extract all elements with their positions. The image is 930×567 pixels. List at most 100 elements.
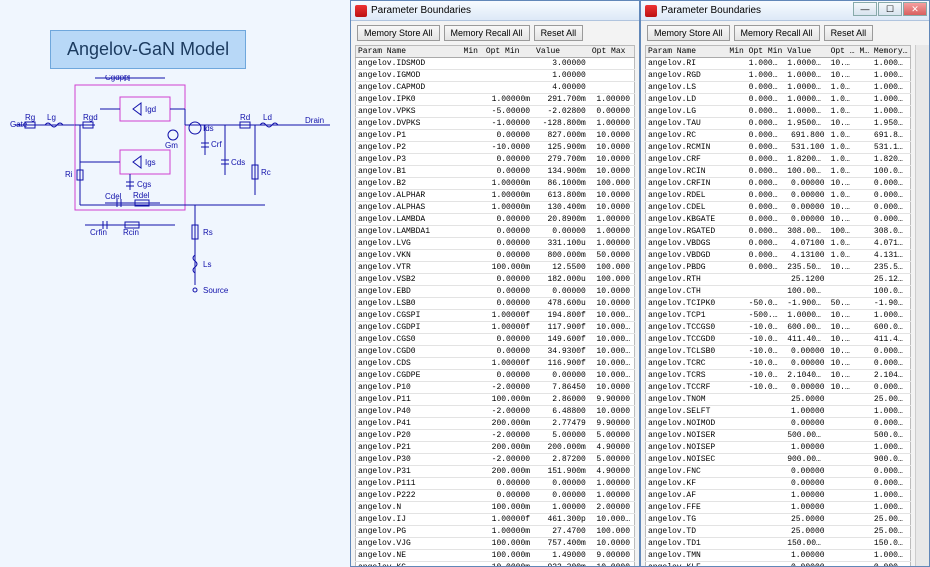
- table-row[interactable]: angelov.RI1.00000u1.00000m10.000…1.00000…: [646, 58, 911, 70]
- table-row[interactable]: angelov.NOISEC900.000m900.000m: [646, 454, 911, 466]
- table-row[interactable]: angelov.TD1150.000…150.000m: [646, 538, 911, 550]
- table-row[interactable]: angelov.IPK01.00000m291.700m1.00000: [356, 94, 635, 106]
- table-row[interactable]: angelov.KG10.0000m923.200m10.0000: [356, 562, 635, 567]
- table-row[interactable]: angelov.B10.00000134.900m10.0000: [356, 166, 635, 178]
- table-row[interactable]: angelov.TD25.000025.0000: [646, 526, 911, 538]
- table-row[interactable]: angelov.TCCGD0-10.0000m411.400u10.000…41…: [646, 334, 911, 346]
- table-row[interactable]: angelov.TCCRF-10.0000m0.0000010.000…0.00…: [646, 382, 911, 394]
- table-row[interactable]: angelov.RC0.00000691.8001.0000…691.800: [646, 130, 911, 142]
- table-row[interactable]: angelov.LS0.000001.00000p1.0000…1.00000p: [646, 82, 911, 94]
- table-row[interactable]: angelov.VPKS-5.00000-2.028000.00000: [356, 106, 635, 118]
- table-row[interactable]: angelov.PBDG0.00000235.500m10.0000235.50…: [646, 262, 911, 274]
- table-row[interactable]: angelov.P21200.000m200.000m4.90000: [356, 442, 635, 454]
- table-row[interactable]: angelov.VSB20.00000182.000u100.000: [356, 274, 635, 286]
- memory-store-button[interactable]: Memory Store All: [357, 25, 440, 41]
- table-row[interactable]: angelov.CRFIN0.000000.0000010.000…0.0000…: [646, 178, 911, 190]
- table-row[interactable]: angelov.KBGATE0.000000.0000010.00000.000…: [646, 214, 911, 226]
- table-row[interactable]: angelov.LD0.000001.00000p1.0000…1.00000p: [646, 94, 911, 106]
- maximize-button[interactable]: ☐: [878, 2, 902, 16]
- reset-button[interactable]: Reset All: [824, 25, 874, 41]
- table-row[interactable]: angelov.ALPHAS1.00000m130.400m10.0000: [356, 202, 635, 214]
- table-row[interactable]: angelov.RGD1.00000u1.00000m10.000…1.0000…: [646, 70, 911, 82]
- table-row[interactable]: angelov.RCMIN0.00000531.1001.0000…531.10…: [646, 142, 911, 154]
- table-row[interactable]: angelov.P30-2.000002.872005.00000: [356, 454, 635, 466]
- parameter-table-1[interactable]: Param Name Min Opt Min Value Opt Max ang…: [355, 45, 635, 566]
- table-row[interactable]: angelov.IDSMOD3.00000: [356, 58, 635, 70]
- table-row[interactable]: angelov.KF0.000000.00000: [646, 478, 911, 490]
- table-row[interactable]: angelov.RDEL0.000000.000001.0000…0.00000: [646, 190, 911, 202]
- table-row[interactable]: angelov.FNC0.000000.00000: [646, 466, 911, 478]
- parameter-table-2[interactable]: Param Name Min Opt Min Value Opt Max Max…: [645, 45, 911, 566]
- table-row[interactable]: angelov.B21.00000m86.1000m100.000: [356, 178, 635, 190]
- table-row[interactable]: angelov.TMN1.000001.00000: [646, 550, 911, 562]
- table-row[interactable]: angelov.CRF0.000001.82000p1.0000…1.82000…: [646, 154, 911, 166]
- table-row[interactable]: angelov.TCCGS0-10.0000m600.000u10.000…60…: [646, 322, 911, 334]
- table-row[interactable]: angelov.NOIMOD0.000000.00000: [646, 418, 911, 430]
- table-row[interactable]: angelov.VTR100.000m12.5500100.000: [356, 262, 635, 274]
- table-row[interactable]: angelov.CAPMOD4.00000: [356, 82, 635, 94]
- reset-button[interactable]: Reset All: [534, 25, 584, 41]
- table-row[interactable]: angelov.RTH25.120025.1200: [646, 274, 911, 286]
- table-row[interactable]: angelov.FFE1.000001.00000: [646, 502, 911, 514]
- table-row[interactable]: angelov.TCP1-500.000u1.00000m10.000…1.00…: [646, 310, 911, 322]
- table-row[interactable]: angelov.P10-2.000007.8645010.0000: [356, 382, 635, 394]
- table-row[interactable]: angelov.P41200.000m2.774799.90000: [356, 418, 635, 430]
- table-row[interactable]: angelov.RCIN0.00000100.000K1.0000…100.00…: [646, 166, 911, 178]
- table-row[interactable]: angelov.VBDGD0.000004.131001.0000…4.1310…: [646, 250, 911, 262]
- table-row[interactable]: angelov.RGATED0.00000308.000…100.00…308.…: [646, 226, 911, 238]
- table-row[interactable]: angelov.CDEL0.000000.0000010.000…0.00000: [646, 202, 911, 214]
- table-row[interactable]: angelov.LG0.000001.00000p1.0000…1.00000p: [646, 106, 911, 118]
- table-row[interactable]: angelov.ALPHAR1.00000m613.800m10.0000: [356, 190, 635, 202]
- memory-recall-button[interactable]: Memory Recall All: [734, 25, 820, 41]
- table-row[interactable]: angelov.CDS1.00000f116.900f10.000…: [356, 358, 635, 370]
- table-row[interactable]: angelov.CGDPE0.000000.0000010.000…: [356, 370, 635, 382]
- table-row[interactable]: angelov.CGDPI1.00000f117.900f10.000…: [356, 322, 635, 334]
- table-row[interactable]: angelov.CGSPI1.00000f194.800f10.000…: [356, 310, 635, 322]
- table-row[interactable]: angelov.TAU0.000001.95000p10.000…1.95000…: [646, 118, 911, 130]
- scrollbar[interactable]: [915, 45, 929, 566]
- close-button[interactable]: ✕: [903, 2, 927, 16]
- table-row[interactable]: angelov.P20-2.000005.000005.00000: [356, 430, 635, 442]
- table-row[interactable]: angelov.CGS00.00000149.600f10.000…: [356, 334, 635, 346]
- table-row[interactable]: angelov.TNOM25.000025.0000: [646, 394, 911, 406]
- table-row[interactable]: angelov.DVPKS-1.00000-128.800m1.00000: [356, 118, 635, 130]
- table-row[interactable]: angelov.LSB00.00000478.600u10.0000: [356, 298, 635, 310]
- table-row[interactable]: angelov.CGD00.0000034.9300f10.000…: [356, 346, 635, 358]
- memory-recall-button[interactable]: Memory Recall All: [444, 25, 530, 41]
- table-row[interactable]: angelov.KLF0.000000.00000: [646, 562, 911, 567]
- table-row[interactable]: angelov.IGMOD1.00000: [356, 70, 635, 82]
- table-row[interactable]: angelov.TCLSB0-10.0000m0.0000010.000…0.0…: [646, 346, 911, 358]
- table-row[interactable]: angelov.N100.000m1.000002.00000: [356, 502, 635, 514]
- minimize-button[interactable]: —: [853, 2, 877, 16]
- table-row[interactable]: angelov.TG25.000025.0000: [646, 514, 911, 526]
- table-row[interactable]: angelov.CTH100.000u100.000u: [646, 286, 911, 298]
- table-row[interactable]: angelov.PG1.00000m27.4700100.000: [356, 526, 635, 538]
- memory-store-button[interactable]: Memory Store All: [647, 25, 730, 41]
- table-row[interactable]: angelov.TCIPK0-50.0000m-1.90000m50.000…-…: [646, 298, 911, 310]
- table-row[interactable]: angelov.P40-2.000006.4880010.0000: [356, 406, 635, 418]
- table-row[interactable]: angelov.TCRC-10.0000m0.0000010.000…0.000…: [646, 358, 911, 370]
- table-row[interactable]: angelov.P2220.000000.000001.00000: [356, 490, 635, 502]
- table-row[interactable]: angelov.TCRS-10.0000m2.10400m10.000…2.10…: [646, 370, 911, 382]
- table-row[interactable]: angelov.SELFT1.000001.00000: [646, 406, 911, 418]
- table-row[interactable]: angelov.P30.00000279.700m10.0000: [356, 154, 635, 166]
- table-row[interactable]: angelov.VBDGS0.000004.071001.0000…4.0710…: [646, 238, 911, 250]
- table-row[interactable]: angelov.EBD0.000000.0000010.0000: [356, 286, 635, 298]
- table-row[interactable]: angelov.P2-10.0000125.900m10.0000: [356, 142, 635, 154]
- table-row[interactable]: angelov.IJ1.00000f461.300p10.000…: [356, 514, 635, 526]
- table-row[interactable]: angelov.P10.00000827.000m10.0000: [356, 130, 635, 142]
- table-row[interactable]: angelov.NE100.000m1.490009.00000: [356, 550, 635, 562]
- table-row[interactable]: angelov.AF1.000001.00000: [646, 490, 911, 502]
- table-row[interactable]: angelov.P31200.000m151.900m4.90000: [356, 466, 635, 478]
- table-row[interactable]: angelov.VKN0.00000800.000m50.0000: [356, 250, 635, 262]
- table-row[interactable]: angelov.P1110.000000.000001.00000: [356, 478, 635, 490]
- table-row[interactable]: angelov.LAMBDA0.0000020.8900m1.00000: [356, 214, 635, 226]
- titlebar[interactable]: Parameter Boundaries: [351, 1, 639, 21]
- table-row[interactable]: angelov.VJG100.000m757.400m10.0000: [356, 538, 635, 550]
- table-row[interactable]: angelov.P11100.000m2.860009.90000: [356, 394, 635, 406]
- table-row[interactable]: angelov.NOISER500.000m500.000m: [646, 430, 911, 442]
- table-row[interactable]: angelov.LVG0.00000331.100u1.00000: [356, 238, 635, 250]
- table-row[interactable]: angelov.LAMBDA10.000000.000001.00000: [356, 226, 635, 238]
- table-row[interactable]: angelov.NOISEP1.000001.00000: [646, 442, 911, 454]
- titlebar[interactable]: Parameter Boundaries — ☐ ✕: [641, 1, 929, 21]
